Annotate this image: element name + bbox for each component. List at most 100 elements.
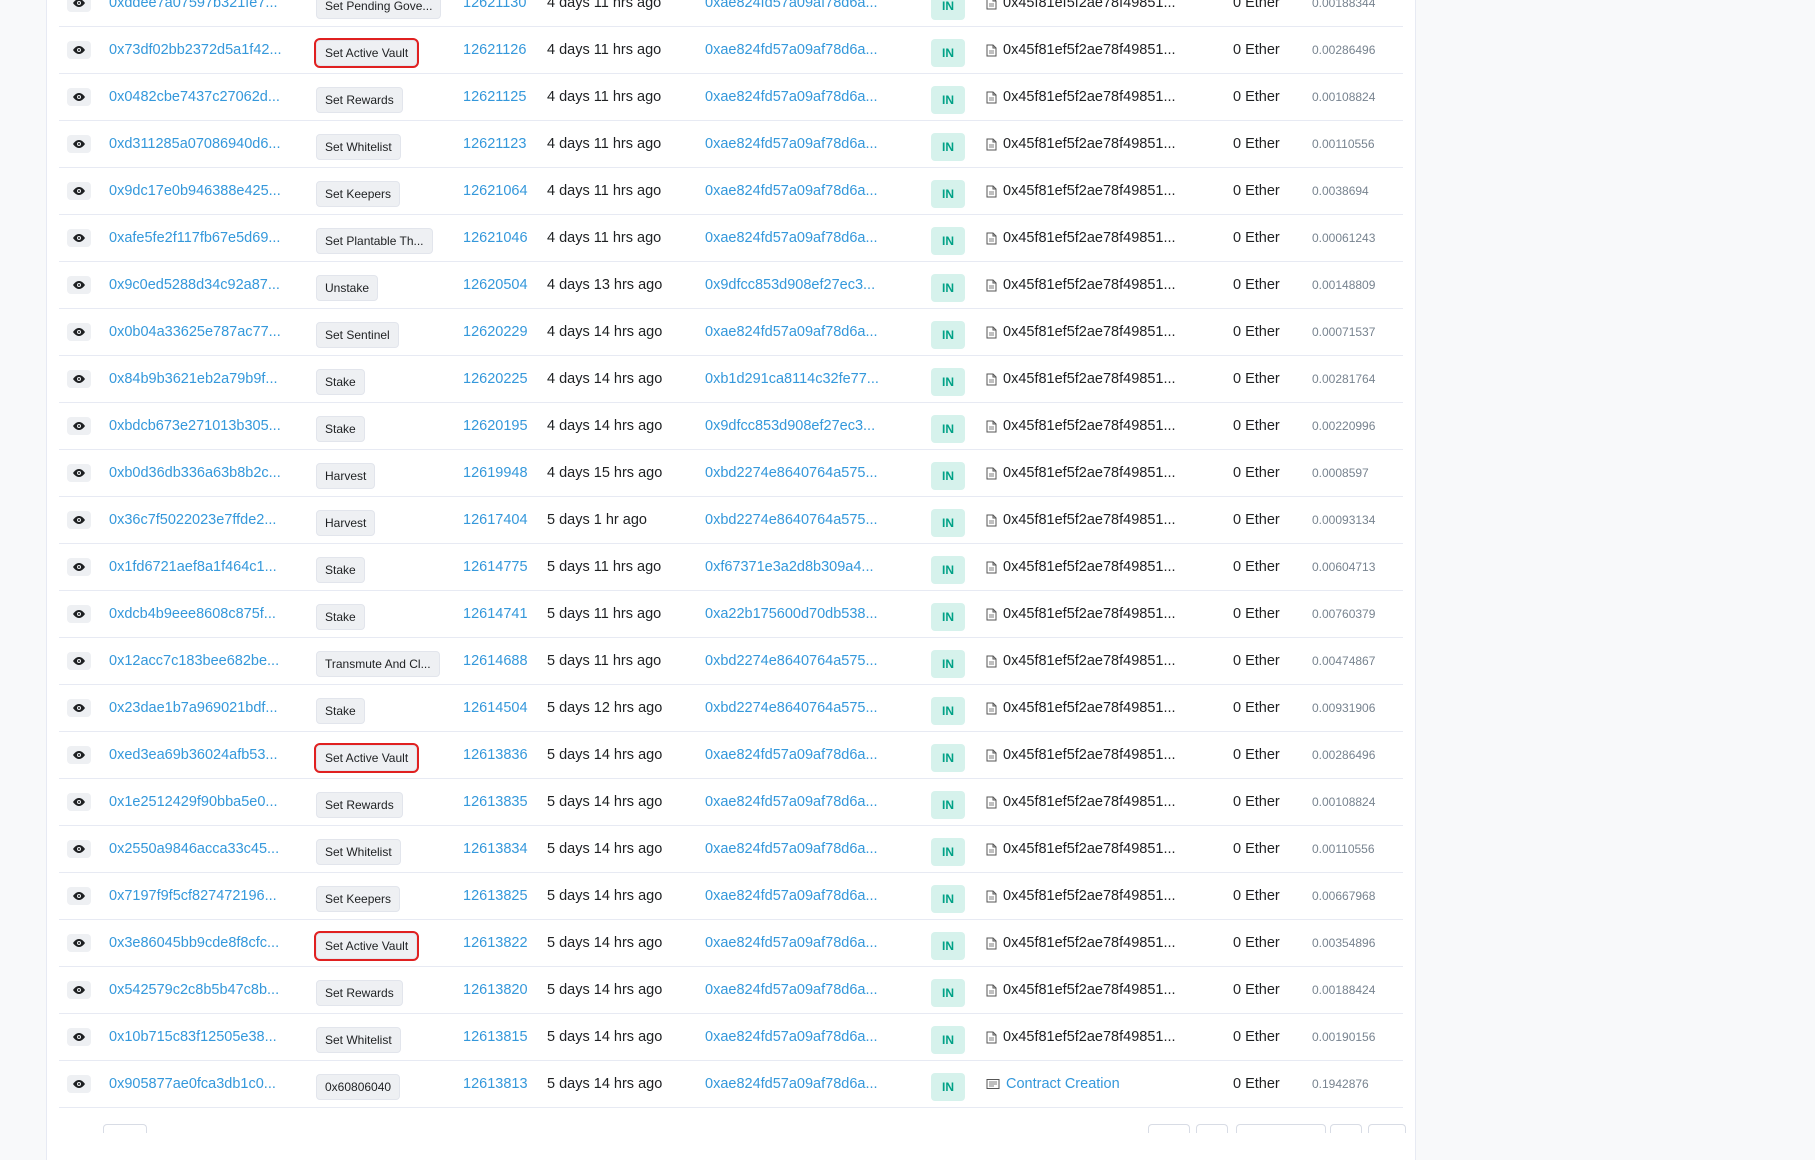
pagination-prev-stub[interactable]	[1196, 1124, 1228, 1133]
to-address[interactable]: Contract Creation	[1006, 1076, 1120, 1092]
block-link[interactable]: 12613820	[463, 982, 528, 998]
block-link[interactable]: 12621126	[463, 42, 526, 58]
from-address-link[interactable]: 0xae824fd57a09af78d6a...	[705, 888, 878, 904]
eye-icon[interactable]	[67, 229, 91, 247]
from-address-link[interactable]: 0xf67371e3a2d8b309a4...	[705, 559, 874, 575]
pagination-last-stub[interactable]	[1368, 1124, 1406, 1133]
eye-icon[interactable]	[67, 182, 91, 200]
from-address-link[interactable]: 0xb1d291ca8114c32fe77...	[705, 371, 879, 387]
from-address-link[interactable]: 0xae824fd57a09af78d6a...	[705, 1076, 878, 1092]
block-link[interactable]: 12613822	[463, 935, 528, 951]
txn-hash-link[interactable]: 0x84b9b3621eb2a79b9f...	[109, 371, 278, 387]
eye-icon[interactable]	[67, 840, 91, 858]
eye-icon[interactable]	[67, 464, 91, 482]
eye-icon[interactable]	[67, 887, 91, 905]
from-address-link[interactable]: 0xae824fd57a09af78d6a...	[705, 42, 878, 58]
txn-hash-link[interactable]: 0xd311285a07086940d6...	[109, 136, 280, 152]
block-link[interactable]: 12613836	[463, 747, 528, 763]
block-link[interactable]: 12620229	[463, 324, 528, 340]
block-link[interactable]: 12621123	[463, 136, 526, 152]
eye-icon[interactable]	[67, 699, 91, 717]
from-address-link[interactable]: 0xae824fd57a09af78d6a...	[705, 230, 878, 246]
txn-hash-link[interactable]: 0xbdcb673e271013b305...	[109, 418, 281, 434]
txn-hash-link[interactable]: 0x905877ae0fca3db1c0...	[109, 1076, 276, 1092]
from-address-link[interactable]: 0x9dfcc853d908ef27ec3...	[705, 418, 875, 434]
from-address-link[interactable]: 0xae824fd57a09af78d6a...	[705, 324, 878, 340]
txn-hash-link[interactable]: 0x1e2512429f90bba5e0...	[109, 794, 278, 810]
pagination-stub[interactable]	[103, 1124, 147, 1133]
from-address-link[interactable]: 0xae824fd57a09af78d6a...	[705, 747, 878, 763]
block-link[interactable]: 12613813	[463, 1076, 528, 1092]
txn-hash-link[interactable]: 0xdcb4b9eee8608c875f...	[109, 606, 276, 622]
block-link[interactable]: 12620195	[463, 418, 528, 434]
txn-hash-link[interactable]: 0x0482cbe7437c27062d...	[109, 89, 280, 105]
txn-hash-link[interactable]: 0x9dc17e0b946388e425...	[109, 183, 281, 199]
eye-icon[interactable]	[67, 981, 91, 999]
from-address-link[interactable]: 0xae824fd57a09af78d6a...	[705, 935, 878, 951]
from-address-link[interactable]: 0xae824fd57a09af78d6a...	[705, 136, 878, 152]
block-link[interactable]: 12613834	[463, 841, 528, 857]
block-link[interactable]: 12617404	[463, 512, 528, 528]
from-address-link[interactable]: 0xbd2274e8640764a575...	[705, 653, 878, 669]
from-address-link[interactable]: 0xae824fd57a09af78d6a...	[705, 183, 878, 199]
eye-icon[interactable]	[67, 1028, 91, 1046]
from-address-link[interactable]: 0xbd2274e8640764a575...	[705, 512, 878, 528]
eye-icon[interactable]	[67, 276, 91, 294]
eye-icon[interactable]	[67, 746, 91, 764]
txn-hash-link[interactable]: 0x542579c2c8b5b47c8b...	[109, 982, 279, 998]
from-address-link[interactable]: 0xae824fd57a09af78d6a...	[705, 794, 878, 810]
txn-hash-link[interactable]: 0x3e86045bb9cde8f8cfc...	[109, 935, 279, 951]
from-address-link[interactable]: 0xae824fd57a09af78d6a...	[705, 982, 878, 998]
from-address-link[interactable]: 0x9dfcc853d908ef27ec3...	[705, 277, 875, 293]
eye-icon[interactable]	[67, 0, 91, 12]
txn-hash-link[interactable]: 0x73df02bb2372d5a1f42...	[109, 42, 282, 58]
eye-icon[interactable]	[67, 605, 91, 623]
from-address-link[interactable]: 0xa22b175600d70db538...	[705, 606, 878, 622]
block-link[interactable]: 12614741	[463, 606, 528, 622]
txn-hash-link[interactable]: 0x2550a9846acca33c45...	[109, 841, 279, 857]
from-address-link[interactable]: 0xbd2274e8640764a575...	[705, 465, 878, 481]
txn-hash-link[interactable]: 0x23dae1b7a969021bdf...	[109, 700, 278, 716]
block-link[interactable]: 12621064	[463, 183, 528, 199]
eye-icon[interactable]	[67, 934, 91, 952]
txn-hash-link[interactable]: 0x36c7f5022023e7ffde2...	[109, 512, 276, 528]
block-link[interactable]: 12621046	[463, 230, 528, 246]
txn-hash-link[interactable]: 0xed3ea69b36024afb53...	[109, 747, 278, 763]
block-link[interactable]: 12614688	[463, 653, 528, 669]
txn-hash-link[interactable]: 0x7197f9f5cf827472196...	[109, 888, 277, 904]
eye-icon[interactable]	[67, 417, 91, 435]
txn-hash-link[interactable]: 0x0b04a33625e787ac77...	[109, 324, 281, 340]
eye-icon[interactable]	[67, 370, 91, 388]
eye-icon[interactable]	[67, 652, 91, 670]
block-link[interactable]: 12620504	[463, 277, 528, 293]
txn-hash-link[interactable]: 0x10b715c83f12505e38...	[109, 1029, 277, 1045]
eye-icon[interactable]	[67, 135, 91, 153]
pagination-first-stub[interactable]	[1148, 1124, 1190, 1133]
block-link[interactable]: 12614775	[463, 559, 528, 575]
from-address-link[interactable]: 0xae824fd57a09af78d6a...	[705, 89, 878, 105]
block-link[interactable]: 12621125	[463, 89, 526, 105]
eye-icon[interactable]	[67, 41, 91, 59]
eye-icon[interactable]	[67, 558, 91, 576]
txn-hash-link[interactable]: 0xafe5fe2f117fb67e5d69...	[109, 230, 280, 246]
block-link[interactable]: 12621130	[463, 0, 526, 11]
pagination-next-stub[interactable]	[1330, 1124, 1362, 1133]
eye-icon[interactable]	[67, 1075, 91, 1093]
eye-icon[interactable]	[67, 511, 91, 529]
from-address-link[interactable]: 0xae824fd57a09af78d6a...	[705, 1029, 878, 1045]
from-address-link[interactable]: 0xbd2274e8640764a575...	[705, 700, 878, 716]
block-link[interactable]: 12613835	[463, 794, 528, 810]
from-address-link[interactable]: 0xae824fd57a09af78d6a...	[705, 841, 878, 857]
block-link[interactable]: 12613825	[463, 888, 528, 904]
txn-hash-link[interactable]: 0x12acc7c183bee682be...	[109, 653, 279, 669]
txn-hash-link[interactable]: 0x9c0ed5288d34c92a87...	[109, 277, 280, 293]
block-link[interactable]: 12620225	[463, 371, 528, 387]
block-link[interactable]: 12614504	[463, 700, 528, 716]
block-link[interactable]: 12613815	[463, 1029, 528, 1045]
from-address-link[interactable]: 0xae824fd57a09af78d6a...	[705, 0, 878, 11]
txn-hash-link[interactable]: 0x1fd6721aef8a1f464c1...	[109, 559, 277, 575]
txn-hash-link[interactable]: 0xb0d36db336a63b8b2c...	[109, 465, 281, 481]
block-link[interactable]: 12619948	[463, 465, 528, 481]
eye-icon[interactable]	[67, 793, 91, 811]
txn-hash-link[interactable]: 0xddee7a07597b321fe7...	[109, 0, 278, 11]
